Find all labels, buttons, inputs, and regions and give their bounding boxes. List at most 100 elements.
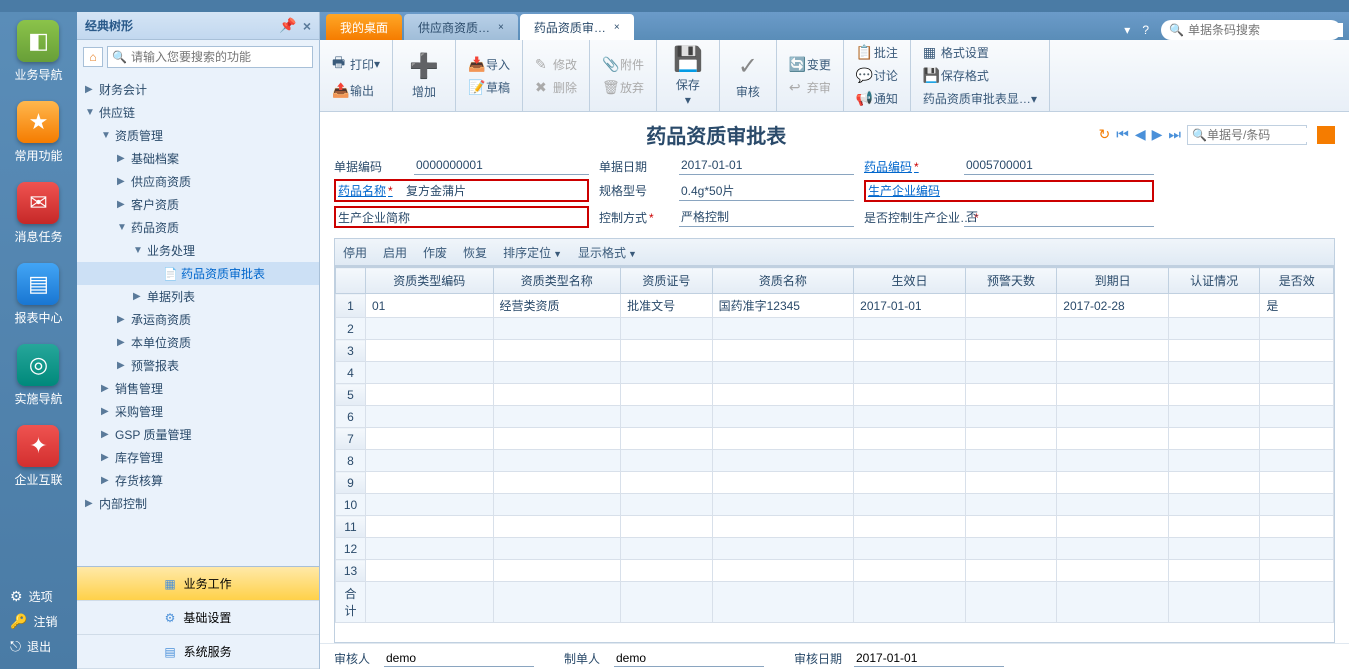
btn-display[interactable]: 显示格式▼	[578, 244, 637, 261]
table-row[interactable]: 6	[336, 406, 1334, 428]
show-format-button[interactable]: 药品资质审批表显… ▾	[919, 88, 1041, 109]
table-cell[interactable]	[621, 450, 713, 472]
table-cell[interactable]	[965, 318, 1057, 340]
table-cell[interactable]	[1057, 516, 1169, 538]
table-cell[interactable]	[493, 406, 621, 428]
table-cell[interactable]	[493, 450, 621, 472]
table-cell[interactable]	[493, 472, 621, 494]
table-cell[interactable]	[965, 340, 1057, 362]
tree-node[interactable]: ▶GSP 质量管理	[77, 423, 319, 446]
tree-node[interactable]: ▶销售管理	[77, 377, 319, 400]
table-cell[interactable]	[621, 516, 713, 538]
table-cell[interactable]	[1057, 472, 1169, 494]
close-icon[interactable]: ×	[498, 22, 504, 33]
modify-button[interactable]: ✎修改	[531, 54, 581, 75]
grid-header[interactable]: 认证情况	[1168, 268, 1260, 294]
first-icon[interactable]: ⏮	[1116, 126, 1129, 143]
table-cell[interactable]	[1260, 560, 1334, 582]
grid-header[interactable]: 资质类型名称	[493, 268, 621, 294]
tree-node[interactable]: ▼资质管理	[77, 124, 319, 147]
table-cell[interactable]	[1168, 560, 1260, 582]
table-cell[interactable]	[621, 428, 713, 450]
table-cell[interactable]	[1168, 406, 1260, 428]
menu-icon[interactable]	[1317, 126, 1335, 144]
value-bill-date[interactable]: 2017-01-01	[679, 157, 854, 175]
table-cell[interactable]: 9	[336, 472, 366, 494]
table-cell[interactable]	[1057, 406, 1169, 428]
table-cell[interactable]	[366, 516, 494, 538]
table-cell[interactable]: 6	[336, 406, 366, 428]
next-icon[interactable]: ▶	[1152, 126, 1163, 143]
table-cell[interactable]	[1260, 318, 1334, 340]
table-row[interactable]: 3	[336, 340, 1334, 362]
table-cell[interactable]	[1168, 516, 1260, 538]
rail-messages[interactable]: ✉消息任务	[14, 182, 62, 245]
table-cell[interactable]	[621, 384, 713, 406]
table-row[interactable]: 7	[336, 428, 1334, 450]
table-cell[interactable]	[366, 362, 494, 384]
table-cell[interactable]	[621, 318, 713, 340]
table-cell[interactable]	[854, 516, 966, 538]
table-cell[interactable]	[1057, 560, 1169, 582]
table-cell[interactable]	[493, 384, 621, 406]
table-row[interactable]: 5	[336, 384, 1334, 406]
table-cell[interactable]	[621, 560, 713, 582]
table-cell[interactable]	[965, 516, 1057, 538]
table-cell[interactable]: 是	[1260, 294, 1334, 318]
table-cell[interactable]: 13	[336, 560, 366, 582]
notify-button[interactable]: 📢通知	[852, 88, 902, 109]
dropdown-icon[interactable]: ▾	[1124, 23, 1130, 37]
table-cell[interactable]: 5	[336, 384, 366, 406]
format-set-button[interactable]: ▦格式设置	[919, 42, 1041, 63]
table-cell[interactable]	[712, 428, 854, 450]
tree-node[interactable]: ▶采购管理	[77, 400, 319, 423]
tree-node[interactable]: ▶内部控制	[77, 492, 319, 515]
table-cell[interactable]	[1168, 450, 1260, 472]
table-cell[interactable]: 1	[336, 294, 366, 318]
table-cell[interactable]	[854, 362, 966, 384]
grid-header[interactable]: 资质证号	[621, 268, 713, 294]
table-cell[interactable]	[366, 384, 494, 406]
table-cell[interactable]	[854, 318, 966, 340]
table-cell[interactable]	[1057, 384, 1169, 406]
table-cell[interactable]	[965, 384, 1057, 406]
output-button[interactable]: 📤输出	[328, 80, 384, 101]
rail-exit[interactable]: ⎋退出	[0, 634, 77, 659]
table-cell[interactable]	[1168, 340, 1260, 362]
table-cell[interactable]	[854, 428, 966, 450]
table-cell[interactable]: 10	[336, 494, 366, 516]
import-button[interactable]: 📥导入	[464, 54, 514, 75]
table-cell[interactable]	[1168, 494, 1260, 516]
tree-node[interactable]: ▶存货核算	[77, 469, 319, 492]
table-cell[interactable]	[493, 362, 621, 384]
table-cell[interactable]: 3	[336, 340, 366, 362]
save-button[interactable]: 💾保存 ▾	[665, 41, 711, 111]
table-cell[interactable]	[965, 560, 1057, 582]
grid-header[interactable]: 资质名称	[712, 268, 854, 294]
table-cell[interactable]: 01	[366, 294, 494, 318]
grid-header[interactable]: 是否效	[1260, 268, 1334, 294]
table-cell[interactable]	[1260, 428, 1334, 450]
add-button[interactable]: ➕增加	[401, 48, 447, 104]
table-cell[interactable]	[1057, 538, 1169, 560]
save-format-button[interactable]: 💾保存格式	[919, 65, 1041, 86]
btn-restore[interactable]: 恢复	[463, 244, 487, 261]
table-cell[interactable]	[1057, 494, 1169, 516]
abandon-button[interactable]: 🗑放弃	[598, 77, 648, 98]
tree-node[interactable]: ▶客户资质	[77, 193, 319, 216]
rail-reports[interactable]: ▤报表中心	[14, 263, 62, 326]
tab-supplier[interactable]: 供应商资质…×	[404, 14, 518, 40]
print-button[interactable]: 🖶打印 ▾	[328, 50, 384, 78]
tree-node[interactable]: ▼药品资质	[77, 216, 319, 239]
table-cell[interactable]: 2017-02-28	[1057, 294, 1169, 318]
table-cell[interactable]	[712, 516, 854, 538]
grid-header[interactable]: 预警天数	[965, 268, 1057, 294]
table-cell[interactable]	[366, 538, 494, 560]
table-row[interactable]: 9	[336, 472, 1334, 494]
table-cell[interactable]	[1168, 318, 1260, 340]
pin-icon[interactable]: 📌	[279, 17, 296, 34]
btn-void[interactable]: 作废	[423, 244, 447, 261]
table-row[interactable]: 8	[336, 450, 1334, 472]
table-row[interactable]: 12	[336, 538, 1334, 560]
value-spec[interactable]: 0.4g*50片	[679, 181, 854, 201]
